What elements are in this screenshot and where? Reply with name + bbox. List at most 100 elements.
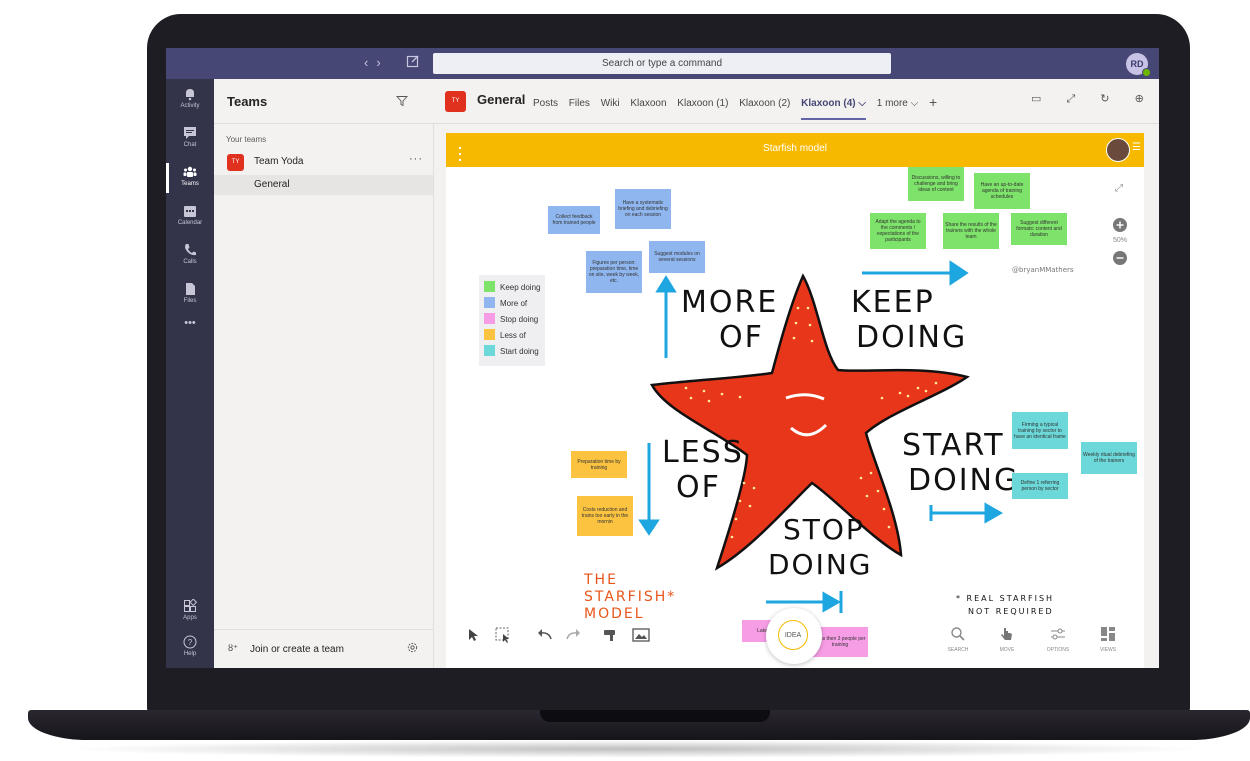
back-button[interactable]: ‹ [364,55,376,70]
presence-status-icon [1142,68,1151,77]
label-keep-doing-line2: DOING [856,320,968,355]
legend-swatch [484,281,495,292]
tab-posts[interactable]: Posts [533,98,558,109]
rail-label-activity: Activity [180,103,200,109]
phone-icon [185,244,196,256]
sticky-note[interactable]: Suggest modules on several sessions [649,241,705,273]
zoom-in-button[interactable] [1113,218,1127,232]
legend-swatch [484,297,495,308]
sticky-note[interactable]: Share the results of the trainers with t… [943,213,999,249]
filter-icon[interactable] [396,95,408,107]
klaxoon-board[interactable]: ... Starfish model ☰ MORE OF KEEP DOING … [446,133,1144,668]
team-name: Team Yoda [254,156,304,167]
team-avatar: TY [445,91,466,112]
your-teams-heading: Your teams [226,135,267,144]
laptop-shadow [60,740,1210,758]
rail-label-chat: Chat [183,142,197,148]
sticky-note[interactable]: Weekly ritual debriefing of the trainers [1081,442,1137,474]
teams-panel-title: Teams [227,94,268,109]
color-legend: Keep doing More of Stop doing Less of St… [479,275,545,366]
divider [214,629,433,630]
team-more-options-button[interactable]: ··· [409,153,423,165]
drawing-toolbar [464,626,674,650]
legend-item-stop-doing: Stop doing [484,313,538,329]
image-icon[interactable] [632,626,650,644]
tab-more[interactable]: 1 more ⌵ [877,98,918,109]
redo-icon[interactable] [564,626,582,644]
tab-klaxoon-4[interactable]: Klaxoon (4) ⌵ [801,98,866,120]
team-row-team-yoda[interactable]: TY Team Yoda ··· [214,151,433,173]
sticky-note[interactable]: Adapt the agenda to the comments / expec… [870,213,926,249]
tab-action-icons[interactable]: ▭ ⤢ ↻ ⊕ ··· [1031,92,1159,106]
legend-swatch [484,329,495,340]
marker-icon[interactable] [602,626,620,644]
channel-title: General [477,92,526,107]
undo-icon[interactable] [536,626,554,644]
join-or-create-team-link[interactable]: Join or create a team [250,644,344,655]
rail-label-teams: Teams [181,181,199,187]
rail-item-apps[interactable]: Apps [166,595,214,631]
channel-tabs: Posts Files Wiki Klaxoon Klaxoon (1) Kla… [533,94,937,120]
select-area-icon[interactable] [494,626,512,644]
channel-row-general[interactable]: General [214,175,433,195]
rail-item-chat[interactable]: Chat [166,122,214,158]
rail-more-button[interactable]: ••• [166,317,214,353]
rail-item-calls[interactable]: Calls [166,239,214,275]
rail-item-files[interactable]: Files [166,278,214,314]
rail-item-activity[interactable]: Activity [166,83,214,119]
svg-text:?: ? [188,638,193,647]
rail-item-help[interactable]: ? Help [166,631,214,667]
channel-name: General [254,179,290,190]
fullscreen-icon[interactable]: ⤢ [1110,183,1128,194]
gear-icon[interactable] [406,641,419,654]
team-avatar: TY [227,154,244,171]
model-title-line1: THE [584,572,618,588]
rail-label-calls: Calls [183,259,197,265]
title-bar: ‹› Search or type a command RD [166,48,1159,79]
sticky-note[interactable]: Suggest different formats: content and d… [1011,213,1067,245]
search-icon[interactable] [949,625,967,643]
label-more-of-line1: MORE [681,285,779,320]
tab-wiki[interactable]: Wiki [601,98,620,109]
legend-item-more-of: More of [484,297,527,313]
sticky-note[interactable]: Have an up-to-date agenda of training sc… [974,173,1030,209]
zoom-out-button[interactable] [1113,251,1127,265]
divider [214,123,433,124]
board-toolbar: SEARCH MOVE OPTIONS VIEWS [936,617,1144,665]
sticky-note[interactable]: Figures per person: preparation time, ti… [586,251,642,293]
more-icon: ••• [184,317,196,329]
add-tab-button[interactable]: + [929,94,937,110]
pointer-icon[interactable] [464,626,482,644]
rail-item-calendar[interactable]: Calendar [166,200,214,236]
sticky-note[interactable]: Discussions, willing to challenge and br… [908,167,964,201]
label-start-doing-line2: DOING [908,463,1020,498]
tab-klaxoon-1[interactable]: Klaxoon (1) [677,98,728,109]
tab-klaxoon[interactable]: Klaxoon [630,98,666,109]
sticky-note[interactable]: Preparation time by training [571,451,627,478]
label-more-of-line2: OF [719,320,764,355]
zoom-level: 50% [1112,237,1127,244]
sticky-note[interactable]: Costs reduction and trains too early in … [577,496,633,536]
rail-item-teams[interactable]: Teams [166,161,214,197]
sticky-note[interactable]: Firming a typical training by sector to … [1012,412,1068,449]
tab-klaxoon-2[interactable]: Klaxoon (2) [739,98,790,109]
label-start-doing-line1: START [902,428,1005,463]
options-label: OPTIONS [1046,647,1070,653]
chat-icon [184,127,196,139]
tab-files[interactable]: Files [569,98,590,109]
sticky-note[interactable]: Collect feedback from trained people [548,206,600,234]
options-icon[interactable] [1049,625,1067,643]
compose-icon[interactable] [406,54,420,68]
label-keep-doing-line1: KEEP [851,285,935,320]
idea-button-label: IDEA [778,620,808,650]
idea-button[interactable]: IDEA [766,608,822,664]
move-icon[interactable] [998,625,1016,643]
label-less-of-line1: LESS [662,435,744,470]
bell-icon [186,89,194,101]
sticky-note[interactable]: Have a systematic briefing and debriefin… [615,189,671,229]
views-icon[interactable] [1099,625,1117,643]
search-input[interactable]: Search or type a command [433,53,891,74]
forward-button[interactable]: › [376,55,388,70]
sticky-note[interactable]: Define 1 referring person by sector [1012,473,1068,499]
model-title-line3: MODEL [584,606,645,622]
